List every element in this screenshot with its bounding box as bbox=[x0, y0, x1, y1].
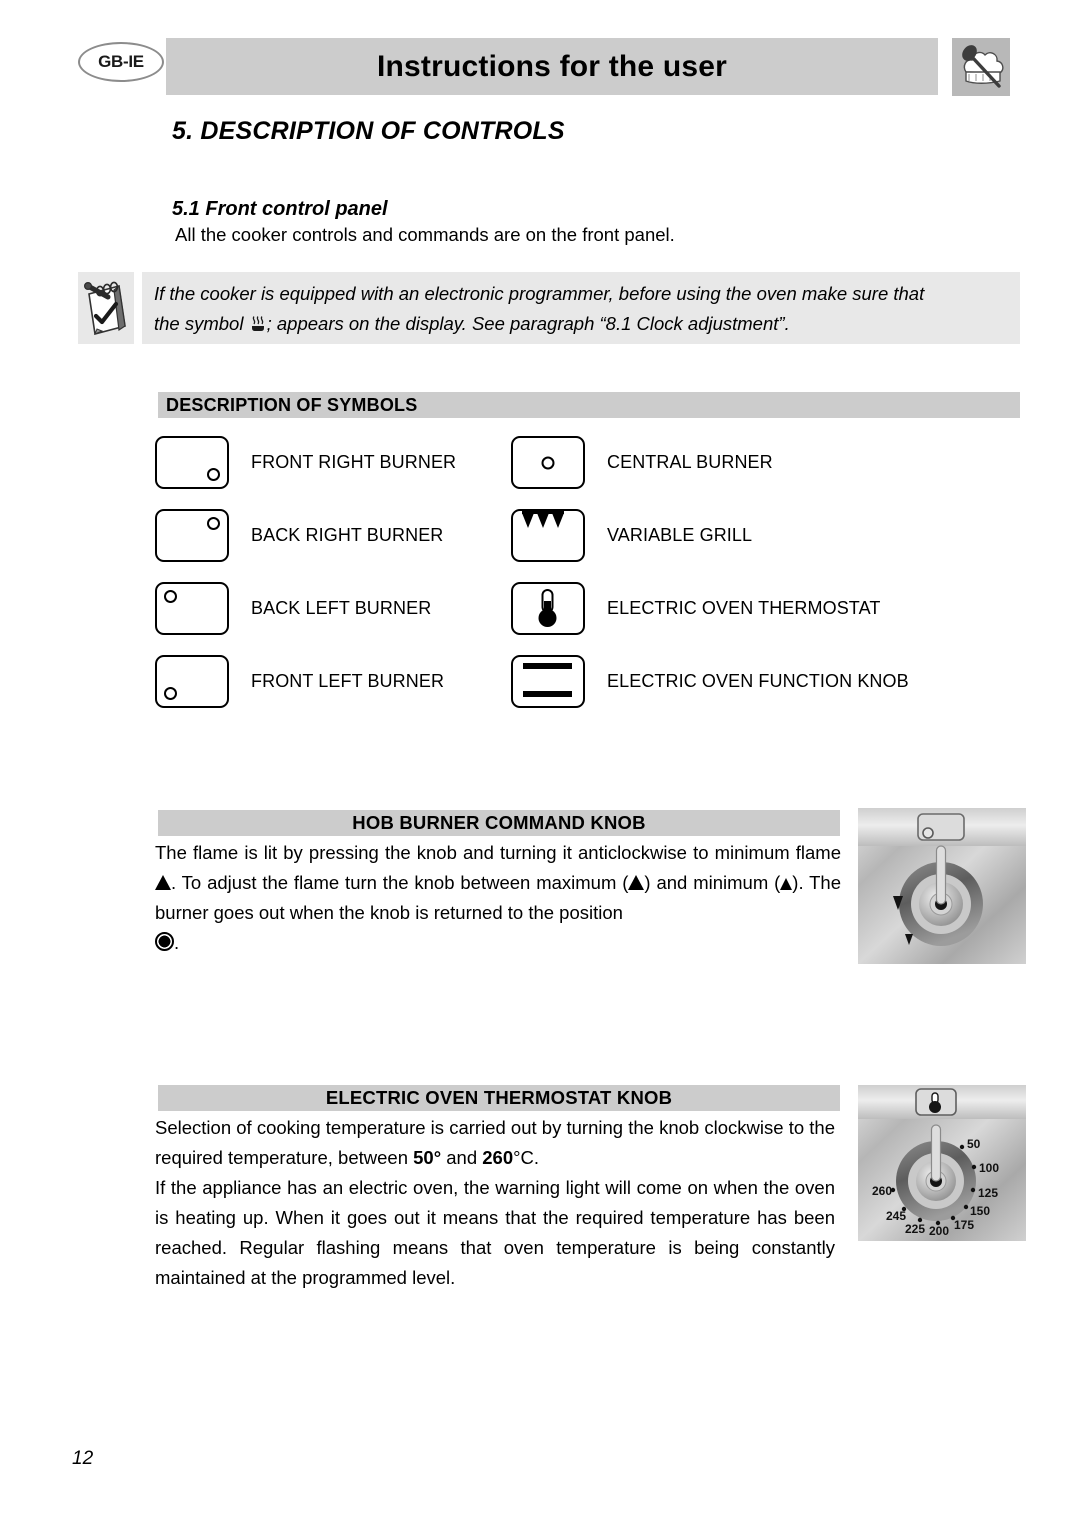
notepad-check-icon bbox=[78, 272, 134, 344]
thermostat-unit: °C. bbox=[513, 1147, 540, 1168]
section-title: 5. DESCRIPTION OF CONTROLS bbox=[172, 117, 565, 145]
hob-knob-description: The flame is lit by pressing the knob an… bbox=[155, 838, 841, 958]
hob-text-e: . bbox=[174, 932, 180, 953]
thermostat-paragraph-1: Selection of cooking temperature is carr… bbox=[155, 1113, 835, 1173]
subsection-title: 5.1 Front control panel bbox=[172, 198, 388, 220]
thermostat-max-temp: 260 bbox=[482, 1147, 514, 1168]
svg-text:100: 100 bbox=[979, 1161, 999, 1175]
locale-badge: GB-IE bbox=[78, 42, 164, 82]
symbols-heading-label: DESCRIPTION OF SYMBOLS bbox=[166, 394, 418, 415]
thermostat-knob-heading-bar: ELECTRIC OVEN THERMOSTAT KNOB bbox=[158, 1085, 840, 1111]
note-icon-container bbox=[78, 272, 134, 344]
symbol-item-variable-grill: VARIABLE GRILL bbox=[511, 509, 752, 562]
symbol-row: BACK LEFT BURNER ELECTRIC OVEN THERMOSTA… bbox=[155, 582, 1035, 655]
symbol-row: BACK RIGHT BURNER VARIABLE GRILL bbox=[155, 509, 1035, 582]
header-title-bar: Instructions for the user bbox=[166, 38, 938, 95]
note-text-container: If the cooker is equipped with an electr… bbox=[142, 272, 1020, 344]
symbol-label: ELECTRIC OVEN THERMOSTAT bbox=[607, 598, 881, 618]
svg-text:260: 260 bbox=[872, 1184, 892, 1198]
svg-text:125: 125 bbox=[978, 1186, 998, 1200]
symbol-item-oven-function-knob: ELECTRIC OVEN FUNCTION KNOB bbox=[511, 655, 909, 708]
svg-text:225: 225 bbox=[905, 1222, 925, 1236]
symbol-label: BACK LEFT BURNER bbox=[251, 598, 432, 618]
note-line-2-prefix: the symbol bbox=[154, 313, 244, 334]
burner-front-left-icon bbox=[155, 655, 229, 708]
page-header: GB-IE Instructions for the user bbox=[0, 0, 1080, 110]
thermostat-knob-photo: 50 100 125 150 175 200 225 245 260 bbox=[858, 1085, 1026, 1241]
document-page: GB-IE Instructions for the user 5. DESCR… bbox=[0, 0, 1080, 1528]
hob-knob-paragraph-end: . bbox=[155, 928, 841, 958]
svg-text:150: 150 bbox=[970, 1204, 990, 1218]
note-line-1: If the cooker is equipped with an electr… bbox=[154, 283, 925, 304]
symbol-label: FRONT RIGHT BURNER bbox=[251, 452, 457, 472]
symbols-heading-bar: DESCRIPTION OF SYMBOLS bbox=[158, 392, 1020, 418]
svg-text:245: 245 bbox=[886, 1209, 906, 1223]
thermostat-knob-heading-label: ELECTRIC OVEN THERMOSTAT KNOB bbox=[325, 1087, 673, 1108]
symbol-label: CENTRAL BURNER bbox=[607, 452, 773, 472]
thermostat-knob-description: Selection of cooking temperature is carr… bbox=[155, 1113, 835, 1293]
symbol-item-front-right-burner: FRONT RIGHT BURNER bbox=[155, 436, 456, 489]
steam-dish-icon bbox=[249, 312, 267, 342]
symbol-label: FRONT LEFT BURNER bbox=[251, 671, 445, 691]
svg-text:200: 200 bbox=[929, 1224, 949, 1238]
symbols-grid: FRONT RIGHT BURNER CENTRAL BURNER BACK R… bbox=[155, 436, 1035, 728]
hob-text-b: . To adjust the flame turn the knob betw… bbox=[171, 872, 629, 893]
symbol-row: FRONT RIGHT BURNER CENTRAL BURNER bbox=[155, 436, 1035, 509]
burner-front-right-icon bbox=[155, 436, 229, 489]
symbol-item-oven-thermostat: ELECTRIC OVEN THERMOSTAT bbox=[511, 582, 880, 635]
note-callout: If the cooker is equipped with an electr… bbox=[78, 272, 1020, 344]
symbol-item-back-right-burner: BACK RIGHT BURNER bbox=[155, 509, 443, 562]
thermostat-paragraph-2: If the appliance has an electric oven, t… bbox=[155, 1177, 835, 1288]
minimum-flame-triangle-icon-2 bbox=[780, 878, 793, 890]
symbol-item-back-left-burner: BACK LEFT BURNER bbox=[155, 582, 431, 635]
thermostat-min-temp: 50° bbox=[413, 1147, 442, 1168]
hob-knob-heading-label: HOB BURNER COMMAND KNOB bbox=[352, 812, 646, 833]
note-line-2: the symbol ; appears on the display. See… bbox=[154, 309, 1010, 342]
burner-back-right-icon bbox=[155, 509, 229, 562]
burner-central-icon bbox=[511, 436, 585, 489]
thermostat-text-mid: and bbox=[441, 1147, 483, 1168]
oven-function-bars-icon bbox=[511, 655, 585, 708]
minimum-flame-triangle-icon bbox=[155, 875, 171, 890]
svg-text:175: 175 bbox=[954, 1218, 974, 1232]
burner-back-left-icon bbox=[155, 582, 229, 635]
off-position-circle-icon bbox=[155, 932, 174, 951]
page-title: Instructions for the user bbox=[376, 49, 728, 83]
hob-knob-heading-bar: HOB BURNER COMMAND KNOB bbox=[158, 810, 840, 836]
symbol-item-central-burner: CENTRAL BURNER bbox=[511, 436, 773, 489]
variable-grill-icon bbox=[511, 509, 585, 562]
subsection-text: All the cooker controls and commands are… bbox=[175, 224, 675, 245]
symbol-item-front-left-burner: FRONT LEFT BURNER bbox=[155, 655, 444, 708]
maximum-flame-triangle-icon bbox=[628, 875, 645, 890]
symbol-label: BACK RIGHT BURNER bbox=[251, 525, 444, 545]
hob-text-a: The flame is lit by pressing the knob an… bbox=[155, 842, 841, 863]
thermometer-icon bbox=[511, 582, 585, 635]
hob-text-c: ) and minimum ( bbox=[644, 872, 781, 893]
hob-knob-photo bbox=[858, 808, 1026, 964]
page-number: 12 bbox=[72, 1448, 94, 1469]
symbol-label: VARIABLE GRILL bbox=[607, 525, 753, 545]
symbol-label: ELECTRIC OVEN FUNCTION KNOB bbox=[607, 671, 909, 691]
chef-hat-spoon-icon bbox=[952, 38, 1010, 96]
note-line-2-suffix: ; appears on the display. See paragraph … bbox=[266, 313, 790, 334]
symbol-row: FRONT LEFT BURNER ELECTRIC OVEN FUNCTION… bbox=[155, 655, 1035, 728]
svg-text:50: 50 bbox=[967, 1137, 981, 1151]
hob-knob-paragraph: The flame is lit by pressing the knob an… bbox=[155, 838, 841, 928]
